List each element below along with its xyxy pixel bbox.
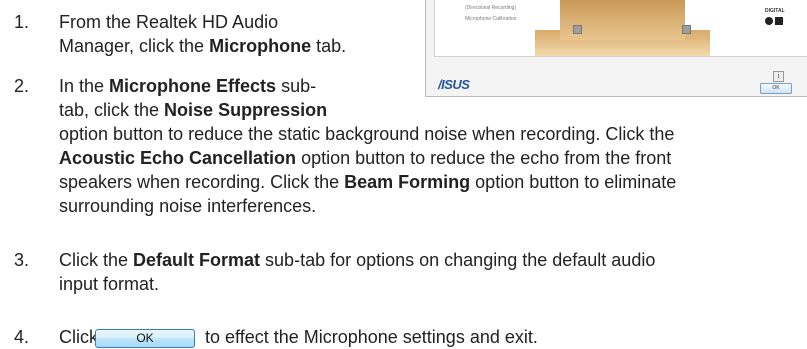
step-line: speakers when recording. Click the Beam … bbox=[59, 172, 677, 192]
step-number: 3. bbox=[14, 250, 30, 270]
microphone-tab-ref: Microphone bbox=[209, 36, 312, 56]
screenshot-content-panel: (Directional Recording) Microphone Calib… bbox=[434, 0, 807, 57]
step-number: 2. bbox=[14, 76, 30, 96]
ok-button[interactable]: OK bbox=[95, 329, 195, 348]
speaker-icon bbox=[682, 25, 691, 34]
step-text: From the Realtek HD Audio Manager, click… bbox=[59, 10, 429, 58]
step-text-rest: to effect the Microphone settings and ex… bbox=[205, 327, 538, 347]
step-3: 3. Click the Default Format sub-tab for … bbox=[14, 248, 807, 296]
step-line: Click the Default Format sub-tab for opt… bbox=[59, 250, 656, 270]
digital-label: DIGITAL bbox=[765, 8, 785, 14]
step-text: Click the Default Format sub-tab for opt… bbox=[59, 248, 807, 296]
step-line: option button to reduce the static backg… bbox=[59, 124, 675, 144]
screenshot-ok-button: OK bbox=[760, 83, 792, 94]
speaker-icon bbox=[573, 25, 582, 34]
digital-optical-icon bbox=[775, 17, 783, 25]
step-number: 4. bbox=[14, 327, 30, 347]
step-number: 1. bbox=[14, 12, 30, 32]
screenshot-label: (Directional Recording) bbox=[465, 5, 517, 11]
room-wall-graphic bbox=[560, 0, 685, 40]
screenshot-label: Microphone Calibration bbox=[465, 16, 517, 22]
step-line: From the Realtek HD Audio bbox=[59, 12, 279, 32]
realtek-screenshot: (Directional Recording) Microphone Calib… bbox=[425, 0, 807, 97]
step-line: Acoustic Echo Cancellation option button… bbox=[59, 148, 672, 168]
info-icon: i bbox=[773, 71, 784, 82]
digital-coax-icon bbox=[765, 17, 773, 25]
step-line: input format. bbox=[59, 274, 160, 294]
step-1: 1. From the Realtek HD Audio Manager, cl… bbox=[14, 10, 434, 58]
step-line: tab, click the Noise Suppression bbox=[59, 100, 328, 120]
step-line: surrounding noise interferences. bbox=[59, 196, 317, 216]
asus-logo: /ISUS bbox=[438, 77, 470, 92]
step-line: Manager, click the Microphone tab. bbox=[59, 36, 347, 56]
step-text-click: Click bbox=[59, 327, 98, 347]
